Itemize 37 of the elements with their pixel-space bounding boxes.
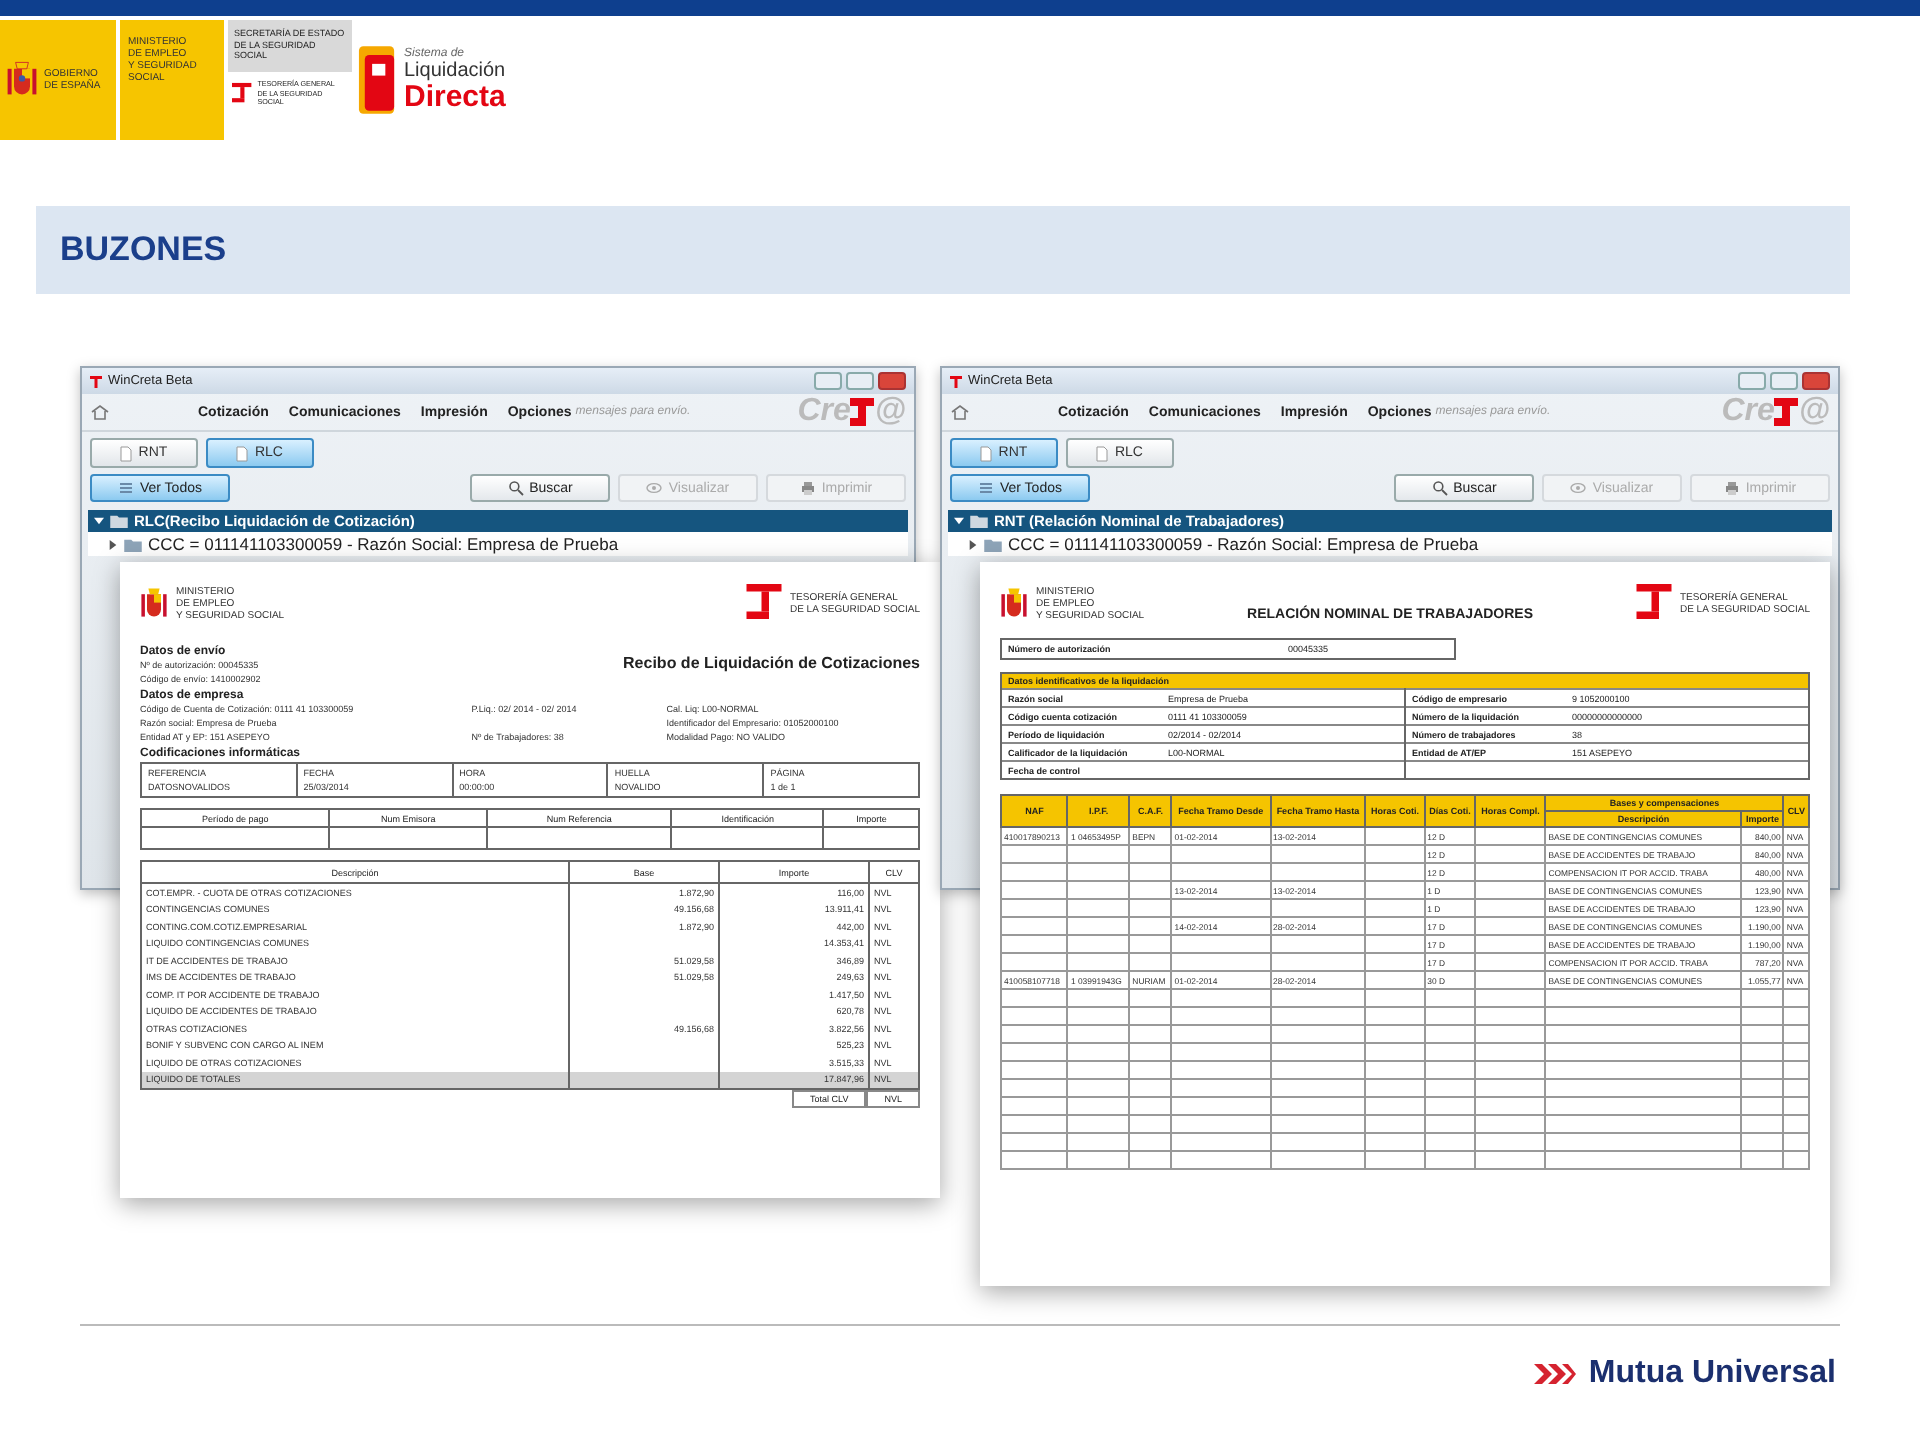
close-button[interactable] [878,372,906,390]
system-name-accent: Directa [404,82,506,112]
document-icon [980,445,993,461]
eye-icon [646,480,663,496]
logo-mark-icon [1774,398,1799,426]
printer-icon [1723,480,1740,496]
maximize-button[interactable] [1770,372,1798,390]
close-button[interactable] [1802,372,1830,390]
eye-icon [1570,480,1587,496]
app-icon [950,375,962,387]
section-title: BUZONES [60,230,227,270]
logo-mark-icon [850,398,875,426]
app-logo: Cre @ [1721,394,1830,430]
minimize-button[interactable] [1738,372,1766,390]
printer-icon [799,480,816,496]
document-icon [120,445,133,461]
treasury-logo-icon [745,584,782,624]
minimize-button[interactable] [814,372,842,390]
list-icon [977,480,994,496]
list-icon [117,480,134,496]
document-icon [236,445,249,461]
document-title: Recibo de Liquidación de Cotizaciones [623,654,920,672]
home-icon[interactable] [90,404,110,420]
treasury-logo-icon [1635,584,1672,624]
app-logo: Cre @ [797,394,906,430]
system-name: Liquidación [404,60,506,82]
document-icon [1096,445,1109,461]
search-icon [1431,480,1448,496]
footer-brand: Mutua Universal [1588,1356,1836,1392]
maximize-button[interactable] [846,372,874,390]
home-icon[interactable] [950,404,970,420]
treasury-logo-icon [232,81,252,106]
search-icon [507,480,524,496]
tree-item[interactable]: CCC = 011141103300059 - Razón Social: Empresa de Prueba [88,532,908,556]
mutua-logo-icon [1534,1360,1579,1388]
tree-item[interactable]: CCC = 011141103300059 - Razón Social: Empresa de Prueba [948,532,1832,556]
app-icon [90,375,102,387]
